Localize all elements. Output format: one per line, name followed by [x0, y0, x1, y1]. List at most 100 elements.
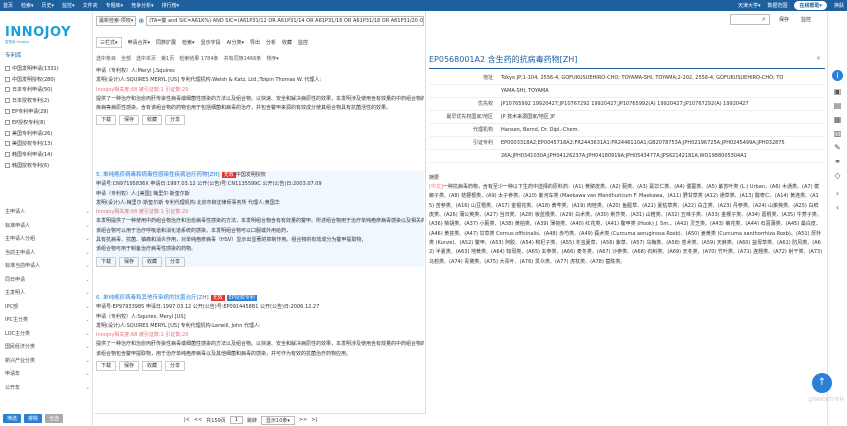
checkbox[interactable] [5, 109, 10, 115]
filter-item[interactable]: 日本专利申请(50) [5, 85, 90, 96]
filter-group[interactable]: 当前主申请人 ⌄ [5, 246, 90, 260]
prev-page-button[interactable]: << [194, 417, 202, 423]
db-select[interactable]: 最新检索-项权▾ [96, 15, 137, 26]
filter-group[interactable]: 主申请人分组 ⌄ [5, 232, 90, 246]
monitor-button[interactable]: 监控 [801, 16, 811, 23]
filter-group[interactable]: 国民经济分类 ⌄ [5, 340, 90, 354]
link-icon[interactable]: ⚭ [832, 156, 843, 167]
filter-group[interactable]: 申请年 ⌄ [5, 367, 90, 381]
skin-button[interactable]: 换肤 [834, 2, 844, 9]
nav-history[interactable]: 历史▾ [42, 2, 55, 9]
globe-icon[interactable]: ⊕ [138, 17, 144, 25]
monitor-button[interactable]: 监控 [298, 39, 308, 46]
first-page-button[interactable]: |< [184, 417, 190, 423]
download-button[interactable]: 下载 [96, 115, 117, 126]
nav-topic-db[interactable]: 专题库▾ [106, 2, 124, 9]
sort-select[interactable]: 排序▾ [266, 55, 279, 62]
go-button[interactable]: 跳转 [247, 417, 257, 424]
select-all[interactable]: 全部 [121, 55, 131, 62]
favorite-button[interactable]: 收藏 [142, 256, 163, 267]
filter-group[interactable]: 公开年 ⌄ [5, 381, 90, 395]
filter-group[interactable]: LOC主分类 ⌄ [5, 327, 90, 341]
filter-item[interactable]: EP专利申请(29) [5, 106, 90, 117]
download-button[interactable]: 下载 [96, 256, 117, 267]
filter-group[interactable]: 标准当前申请人 ⌄ [5, 259, 90, 273]
filter-item[interactable]: 中国发明申请(1331) [5, 63, 90, 74]
filter-group[interactable]: 主发明人 ⌄ [5, 286, 90, 300]
merge-button[interactable]: 申请合并▾ [128, 39, 151, 46]
doc-icon[interactable]: ▦ [832, 114, 843, 125]
nav-competition[interactable]: 竞争分析▾ [131, 2, 154, 9]
document-icon[interactable]: ▤ [832, 100, 843, 111]
analyze-button[interactable]: 分析 [266, 39, 276, 46]
nav-folder[interactable]: 文件夹 [83, 2, 98, 9]
favorite-button[interactable]: 收藏 [142, 115, 163, 126]
nav-monitor[interactable]: 监控▾ [62, 2, 75, 9]
checkbox[interactable] [5, 76, 10, 82]
checkbox[interactable] [5, 152, 10, 158]
filter-item[interactable]: 美国专利申请(26) [5, 128, 90, 139]
share-button[interactable]: 分享 [165, 361, 186, 372]
page-size-select[interactable]: 显示10条▾ [261, 415, 295, 425]
filter-group[interactable]: 主申请人 ⌄ [5, 205, 90, 219]
filter-item[interactable]: 中国发明授权(280) [5, 74, 90, 85]
download-button[interactable]: 下载 [96, 361, 117, 372]
close-icon[interactable]: ✕ [816, 55, 821, 62]
search-icon[interactable]: ⌕ [762, 15, 771, 24]
chevron-left-icon[interactable]: ‹ [832, 202, 843, 213]
filter-group[interactable]: IPC主分类 ⌄ [5, 313, 90, 327]
filter-item[interactable]: 美国授权专利(13) [5, 139, 90, 150]
page-input[interactable]: 1 [229, 416, 243, 424]
filter-item[interactable]: 韩国专利申请(14) [5, 149, 90, 160]
filter-group[interactable]: 新兴产业分类 ⌄ [5, 354, 90, 368]
last-page-button[interactable]: >| [311, 417, 317, 423]
nav-search[interactable]: 检索▾ [21, 2, 34, 9]
exclude-button[interactable]: 排除 [24, 414, 43, 423]
tag-icon[interactable]: ◇ [832, 170, 843, 181]
checkbox[interactable] [5, 87, 10, 93]
filter-button[interactable]: 筛选 [3, 414, 22, 423]
record-title[interactable]: 5. 单纯疱疹病毒和病毒性感染性疾病治疗药物[ZH] [96, 172, 220, 178]
edit-icon[interactable]: ✎ [832, 142, 843, 153]
search-mode-button[interactable]: 检索▾ [182, 39, 195, 46]
nav-home[interactable]: 首页 [3, 2, 13, 9]
checkbox[interactable] [5, 141, 10, 147]
checkbox[interactable] [5, 163, 10, 169]
data-scope[interactable]: 数据范围 [767, 2, 787, 9]
share-button[interactable]: 分享 [165, 115, 186, 126]
save-button[interactable]: 保存 [779, 16, 789, 23]
back-to-top-button[interactable]: ↑ [812, 373, 832, 393]
export-button[interactable]: 导出 [250, 39, 260, 46]
filter-group[interactable]: 同日申请 ⌄ [5, 273, 90, 287]
filter-item[interactable]: EP授权专利(8) [5, 117, 90, 128]
query-input[interactable]: (TA=鳖 and SIC=A61K%) AND SIC=(A61P31/12 … [146, 15, 424, 26]
filter-group[interactable]: 标准申请人 ⌄ [5, 219, 90, 233]
favorite-button[interactable]: 收藏 [282, 39, 292, 46]
filter-group[interactable]: IPC部 ⌄ [5, 300, 90, 314]
info-icon[interactable]: i [832, 70, 843, 81]
fields-button[interactable]: 显示字段 [201, 39, 221, 46]
checkbox[interactable] [5, 130, 10, 136]
pdf-icon[interactable]: ▥ [832, 128, 843, 139]
layout-button[interactable]: 三栏式▾ [96, 37, 122, 48]
select-page[interactable]: 选中本页 [136, 55, 156, 62]
chevron-right-icon[interactable]: › [832, 188, 843, 199]
online-help-button[interactable]: 在线帮助▾ [794, 1, 827, 10]
ai-classify-button[interactable]: AI分类▾ [227, 39, 244, 46]
filter-item[interactable]: 韩国授权专利(6) [5, 160, 90, 171]
save-button[interactable]: 保存 [119, 256, 140, 267]
nav-ranking[interactable]: 排行榜▾ [162, 2, 180, 9]
checkbox[interactable] [5, 98, 10, 104]
checkbox[interactable] [5, 65, 10, 71]
save-button[interactable]: 保存 [119, 361, 140, 372]
share-button[interactable]: 分享 [165, 256, 186, 267]
next-page-button[interactable]: >> [299, 417, 307, 423]
family-button[interactable]: 同族扩展 [156, 39, 176, 46]
record-title[interactable]: 6. 单纯疱疹病毒和其他传染病的抗菌治疗[ZH] [96, 295, 209, 301]
filter-item[interactable]: 日本授权专利(2) [5, 95, 90, 106]
org-menu[interactable]: 天津大学▾ [738, 2, 761, 9]
image-icon[interactable]: ▣ [832, 86, 843, 97]
checkbox[interactable] [5, 119, 10, 125]
select-all-button[interactable]: 全选 [45, 414, 64, 423]
favorite-button[interactable]: 收藏 [142, 361, 163, 372]
